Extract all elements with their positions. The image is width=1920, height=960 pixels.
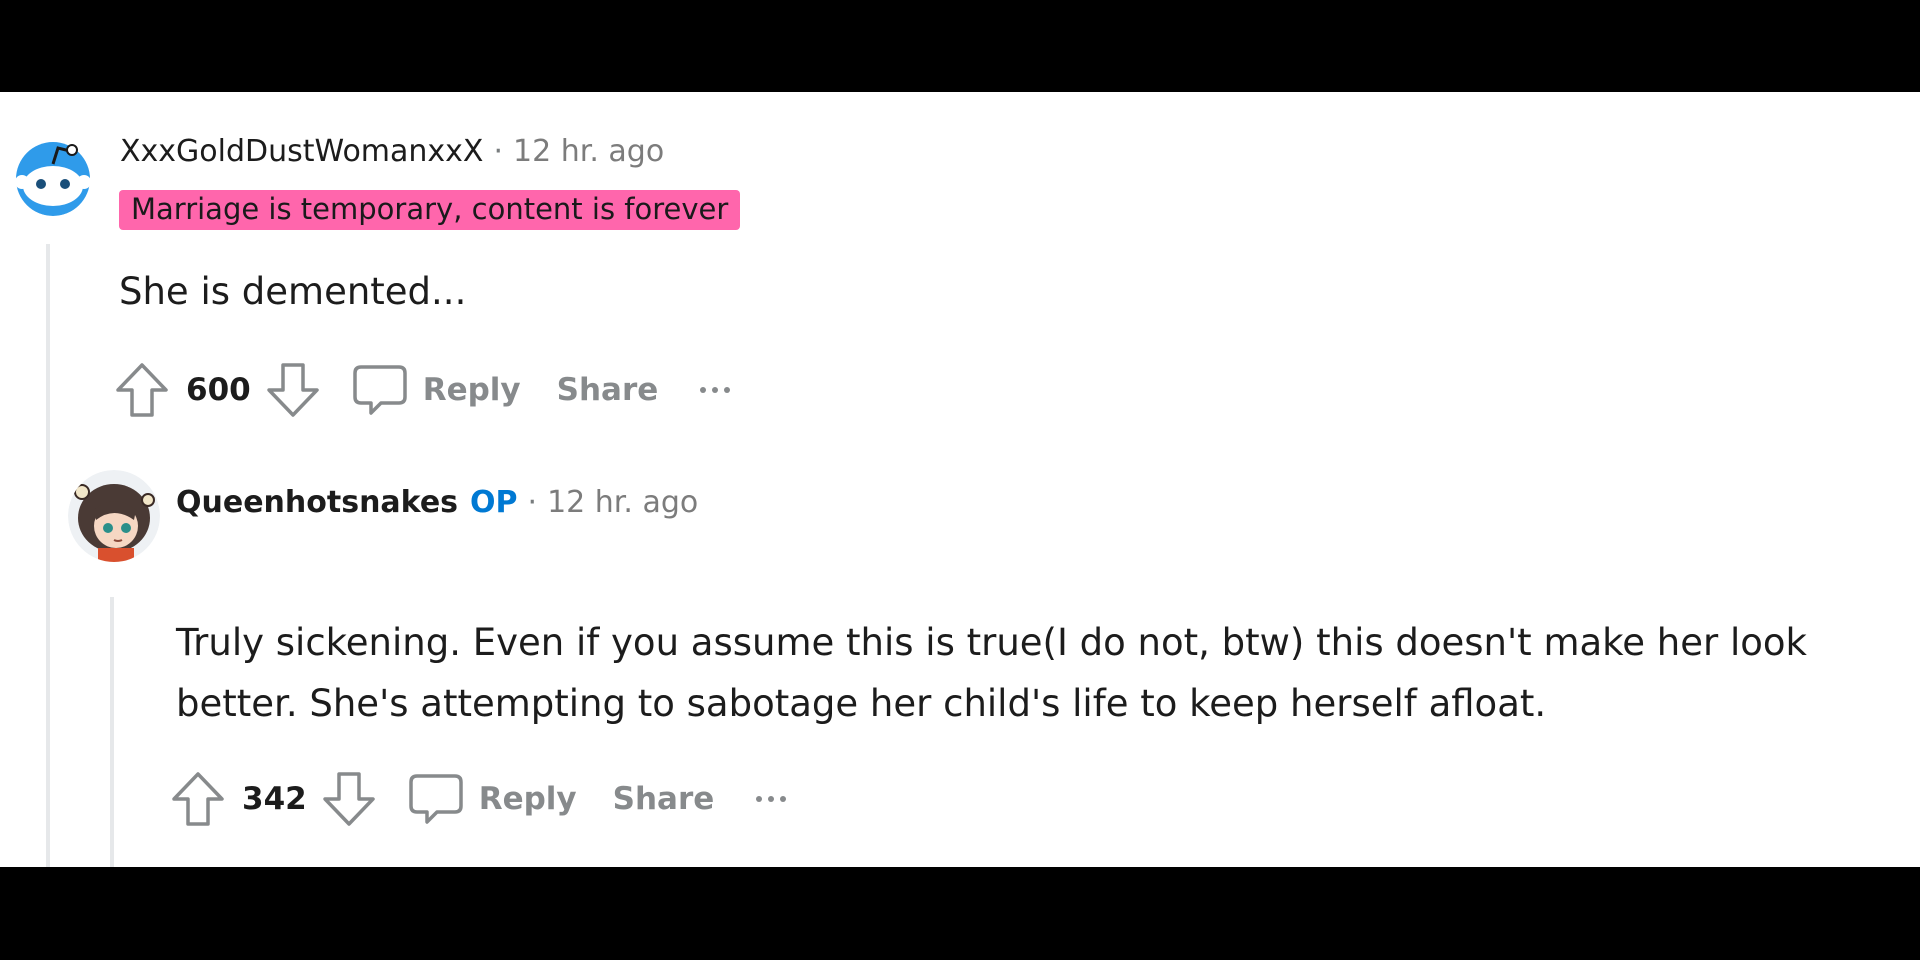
reply-label: Reply: [478, 781, 577, 817]
thread-line-level-1[interactable]: [46, 244, 50, 867]
comment-timestamp[interactable]: 12 hr. ago: [547, 485, 698, 520]
vote-score: 342: [242, 781, 307, 817]
more-options-button[interactable]: [700, 387, 731, 393]
user-flair: Marriage is temporary, content is foreve…: [119, 190, 741, 230]
separator-dot: ·: [493, 134, 504, 169]
more-options-button[interactable]: [756, 796, 787, 802]
share-button[interactable]: Share: [613, 781, 715, 817]
comment-icon: [408, 774, 463, 824]
upvote-icon: [172, 772, 224, 826]
op-badge: OP: [470, 485, 518, 520]
comment-actions: 342 Reply Share: [170, 769, 787, 829]
more-options-icon: [756, 796, 763, 802]
comment-timestamp[interactable]: 12 hr. ago: [513, 134, 664, 169]
downvote-icon: [266, 363, 319, 417]
reply-button[interactable]: Reply: [351, 361, 521, 419]
separator-dot: ·: [527, 485, 538, 520]
username-link[interactable]: XxxGoldDustWomanxxX: [120, 134, 484, 169]
comment-header: XxxGoldDustWomanxxX · 12 hr. ago: [120, 134, 664, 169]
reply-button[interactable]: Reply: [407, 770, 577, 828]
comment-header: Queenhotsnakes OP · 12 hr. ago: [176, 485, 698, 520]
more-options-icon: [700, 387, 707, 393]
thread-line-level-2[interactable]: [110, 597, 114, 867]
comment-body: Truly sickening. Even if you assume this…: [176, 621, 1807, 725]
user-avatar[interactable]: [68, 470, 160, 562]
downvote-button[interactable]: [265, 360, 321, 420]
upvote-icon: [116, 363, 168, 417]
anime-avatar-icon: [68, 470, 160, 562]
comment-actions: 600 Reply Share: [114, 360, 731, 420]
vote-score: 600: [186, 372, 251, 408]
reddit-snoo-avatar-icon: [12, 134, 94, 216]
share-button[interactable]: Share: [557, 372, 659, 408]
downvote-icon: [322, 772, 375, 826]
upvote-button[interactable]: [170, 769, 226, 829]
comment-icon: [352, 365, 407, 415]
upvote-button[interactable]: [114, 360, 170, 420]
comment-thread: XxxGoldDustWomanxxX · 12 hr. ago Marriag…: [0, 92, 1920, 867]
downvote-button[interactable]: [321, 769, 377, 829]
user-avatar[interactable]: [12, 134, 94, 216]
reply-label: Reply: [422, 372, 521, 408]
comment-body: She is demented...: [119, 270, 467, 313]
username-link[interactable]: Queenhotsnakes: [176, 485, 458, 520]
